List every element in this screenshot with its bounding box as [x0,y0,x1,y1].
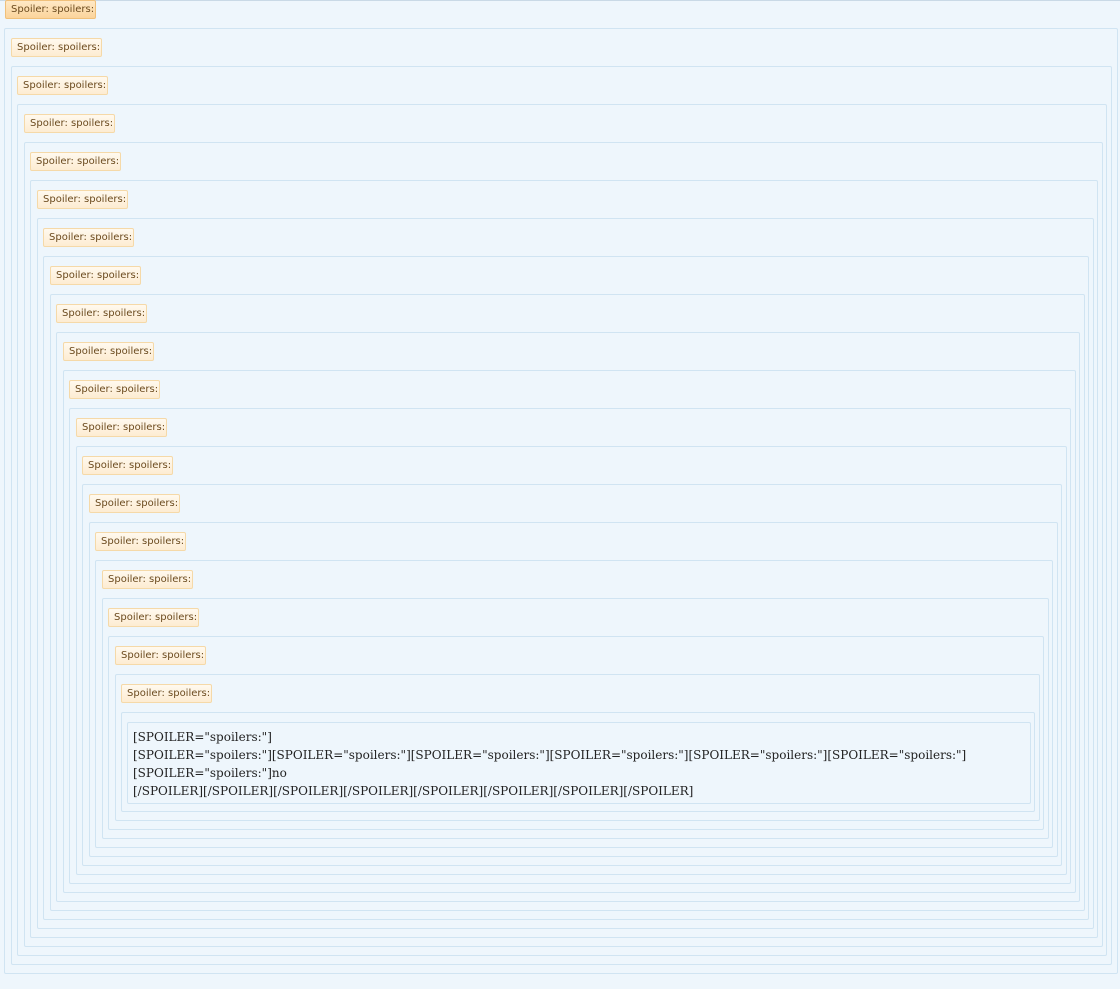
spoiler-content-1: Spoiler: spoilers: Spoiler: spoilers: Spoi… [4,28,1118,974]
spoiler-block-12: Spoiler: spoilers: Spoiler: spoilers: Spoi… [76,418,1067,875]
spoiler-block-10: Spoiler: spoilers: Spoiler: spoilers: Spoi… [63,342,1076,893]
content-line-4: [/SPOILER][/SPOILER][/SPOILER][/SPOILER]… [133,784,694,798]
spoiler-block-15: Spoiler: spoilers: Spoiler: spoilers: Spoi… [95,532,1053,848]
spoiler-content-11: Spoiler: spoilers: Spoiler: spoilers: Spoi… [69,408,1071,884]
spoiler-toggle-button-18[interactable]: Spoiler: spoilers: [115,646,206,665]
spoiler-toggle-button-19[interactable]: Spoiler: spoilers: [121,684,212,703]
spoiler-toggle-button-8[interactable]: Spoiler: spoilers: [50,266,141,285]
spoiler-block-18: Spoiler: spoilers: Spoiler: spoilers: [SPO… [115,646,1040,821]
spoiler-content-9: Spoiler: spoilers: Spoiler: spoilers: Spoi… [56,332,1080,902]
spoiler-content-3: Spoiler: spoilers: Spoiler: spoilers: Spoi… [17,104,1107,956]
spoiler-content-10: Spoiler: spoilers: Spoiler: spoilers: Spoi… [63,370,1076,893]
spoiler-block-17: Spoiler: spoilers: Spoiler: spoilers: Spoi… [108,608,1044,830]
spoiler-toggle-button-12[interactable]: Spoiler: spoilers: [76,418,167,437]
spoiler-toggle-button-5[interactable]: Spoiler: spoilers: [30,152,121,171]
spoiler-content-7: Spoiler: spoilers: Spoiler: spoilers: Spoi… [43,256,1089,920]
spoiler-toggle-button-9[interactable]: Spoiler: spoilers: [56,304,147,323]
spoiler-block-4: Spoiler: spoilers: Spoiler: spoilers: Spoi… [24,114,1103,947]
spoiler-toggle-button-2[interactable]: Spoiler: spoilers: [11,38,102,57]
spoiler-block-11: Spoiler: spoilers: Spoiler: spoilers: Spoi… [69,380,1071,884]
spoiler-toggle-button-4[interactable]: Spoiler: spoilers: [24,114,115,133]
content-line-1: [SPOILER="spoilers:"] [133,730,272,744]
spoiler-content-4: Spoiler: spoilers: Spoiler: spoilers: Spoi… [24,142,1103,947]
spoiler-content-14: Spoiler: spoilers: Spoiler: spoilers: Spoi… [89,522,1058,857]
spoiler-content-8: Spoiler: spoilers: Spoiler: spoilers: Spoi… [50,294,1085,911]
spoiler-content-12: Spoiler: spoilers: Spoiler: spoilers: Spoi… [76,446,1067,875]
content-line-3: [SPOILER="spoilers:"]no [133,766,287,780]
spoiler-toggle-button-6[interactable]: Spoiler: spoilers: [37,190,128,209]
spoiler-toggle-button-7[interactable]: Spoiler: spoilers: [43,228,134,247]
spoiler-block-19: Spoiler: spoilers: [SPOILER="spoilers:"] [… [121,684,1035,812]
spoiler-toggle-button-1[interactable]: Spoiler: spoilers: [5,0,96,19]
spoiler-content-5: Spoiler: spoilers: Spoiler: spoilers: Spoi… [30,180,1098,938]
spoiler-content-17: Spoiler: spoilers: Spoiler: spoilers: [SPO… [108,636,1044,830]
top-border-line [0,0,1120,1]
spoiler-block-9: Spoiler: spoilers: Spoiler: spoilers: Spoi… [56,304,1080,902]
content-line-2: [SPOILER="spoilers:"][SPOILER="spoilers:… [133,748,967,762]
spoiler-content-19: [SPOILER="spoilers:"] [SPOILER="spoilers:… [121,712,1035,812]
spoiler-toggle-button-16[interactable]: Spoiler: spoilers: [102,570,193,589]
spoiler-block-6: Spoiler: spoilers: Spoiler: spoilers: Spoi… [37,190,1094,929]
spoiler-block-16: Spoiler: spoilers: Spoiler: spoilers: Spoi… [102,570,1049,839]
spoiler-content-6: Spoiler: spoilers: Spoiler: spoilers: Spoi… [37,218,1094,929]
spoiler-text-content: [SPOILER="spoilers:"] [SPOILER="spoilers:… [127,722,1031,804]
spoiler-toggle-button-15[interactable]: Spoiler: spoilers: [95,532,186,551]
spoiler-block-7: Spoiler: spoilers: Spoiler: spoilers: Spoi… [43,228,1089,920]
spoiler-content-2: Spoiler: spoilers: Spoiler: spoilers: Spoi… [11,66,1112,965]
spoiler-toggle-button-10[interactable]: Spoiler: spoilers: [63,342,154,361]
spoiler-block-14: Spoiler: spoilers: Spoiler: spoilers: Spoi… [89,494,1058,857]
spoiler-toggle-button-3[interactable]: Spoiler: spoilers: [17,76,108,95]
spoiler-block-2: Spoiler: spoilers: Spoiler: spoilers: Spoi… [11,38,1112,965]
spoiler-toggle-button-11[interactable]: Spoiler: spoilers: [69,380,160,399]
spoiler-toggle-button-13[interactable]: Spoiler: spoilers: [82,456,173,475]
spoiler-content-13: Spoiler: spoilers: Spoiler: spoilers: Spoi… [82,484,1062,866]
spoiler-content-18: Spoiler: spoilers: [SPOILER="spoilers:"] [… [115,674,1040,821]
spoiler-block-13: Spoiler: spoilers: Spoiler: spoilers: Spoi… [82,456,1062,866]
spoiler-block-1: Spoiler: spoilers: Spoiler: spoilers: Spoi… [4,0,1118,974]
spoiler-toggle-button-14[interactable]: Spoiler: spoilers: [89,494,180,513]
spoiler-block-3: Spoiler: spoilers: Spoiler: spoilers: Spoi… [17,76,1107,956]
spoiler-content-15: Spoiler: spoilers: Spoiler: spoilers: Spoi… [95,560,1053,848]
spoiler-block-5: Spoiler: spoilers: Spoiler: spoilers: Spoi… [30,152,1098,938]
spoiler-block-8: Spoiler: spoilers: Spoiler: spoilers: Spoi… [50,266,1085,911]
spoiler-content-16: Spoiler: spoilers: Spoiler: spoilers: Spoi… [102,598,1049,839]
spoiler-toggle-button-17[interactable]: Spoiler: spoilers: [108,608,199,627]
